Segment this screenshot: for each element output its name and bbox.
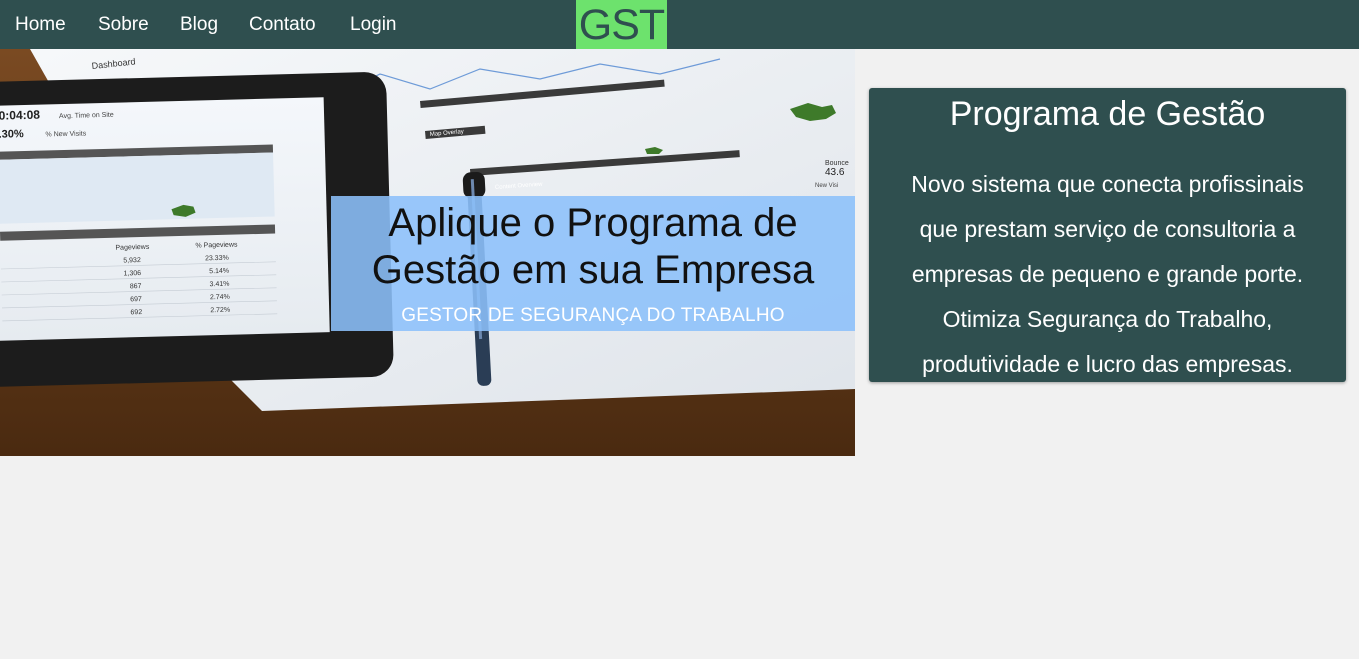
nav-sobre-link[interactable]: Sobre: [98, 0, 149, 49]
tablet-row-pageviews: 1,306: [124, 270, 142, 277]
paper-new-visits-label: New Visi: [815, 183, 838, 189]
tablet-row-pct: 23.33%: [205, 255, 229, 263]
hero-title-line-2: Gestão em sua Empresa: [371, 248, 815, 292]
tablet-row-pct: 2.72%: [210, 307, 230, 315]
tablet-row-pct: 2.74%: [210, 294, 230, 302]
tablet-time-label: Avg. Time on Site: [59, 112, 114, 120]
card-text-line-2: que prestam serviço de consultoria a: [919, 216, 1296, 242]
nav-contato-link[interactable]: Contato: [249, 0, 316, 49]
hero-subtitle: GESTOR DE SEGURANÇA DO TRABALHO: [401, 305, 785, 326]
hero-text-overlay: Aplique o Programa de Gestão em sua Empr…: [331, 196, 855, 331]
tablet-visits-label: % New Visits: [45, 130, 86, 138]
tablet-row-pageviews: 697: [130, 296, 142, 303]
hero-banner-image: Map Overlay Content Overview Bounce 43.6…: [0, 49, 855, 456]
tablet-row-pct: 5.14%: [209, 268, 229, 276]
tablet-col-pct: % Pageviews: [195, 241, 238, 249]
tablet-row-pct: 3.41%: [210, 281, 230, 289]
card-title: Programa de Gestão: [949, 95, 1266, 133]
nav-login-link[interactable]: Login: [350, 0, 397, 49]
tablet-visits-value: 8.30%: [0, 128, 24, 141]
nav-blog-link[interactable]: Blog: [180, 0, 218, 49]
paper-total-value: 43.6: [825, 167, 845, 178]
tablet-row-pageviews: 692: [130, 309, 142, 316]
tablet-col-pageviews: Pageviews: [115, 244, 150, 252]
tablet-time-value: 00:04:08: [0, 108, 41, 123]
card-text-line-3: empresas de pequeno e grande porte.: [911, 261, 1304, 287]
site-logo[interactable]: GST: [576, 0, 667, 49]
tablet-world-map: [0, 152, 275, 224]
info-card: Programa de Gestão Novo sistema que cone…: [869, 88, 1346, 382]
hero-title-line-1: Aplique o Programa de: [388, 201, 798, 245]
tablet-row-pageviews: 867: [130, 283, 142, 290]
card-text-line-4: Otimiza Segurança do Trabalho,: [942, 306, 1273, 332]
hero-title: Aplique o Programa de Gestão em sua Empr…: [331, 196, 855, 294]
nav-home-link[interactable]: Home: [15, 0, 66, 49]
card-text-line-1: Novo sistema que conecta profissinais: [911, 171, 1304, 197]
card-text-line-5: produtividade e lucro das empresas.: [922, 351, 1293, 377]
tablet-row-pageviews: 5,932: [123, 257, 141, 264]
top-navbar: Home Sobre Blog Contato Login GST: [0, 0, 1359, 49]
paper-bounce-label: Bounce: [825, 160, 849, 167]
card-description: Novo sistema que conecta profissinais qu…: [869, 162, 1346, 387]
